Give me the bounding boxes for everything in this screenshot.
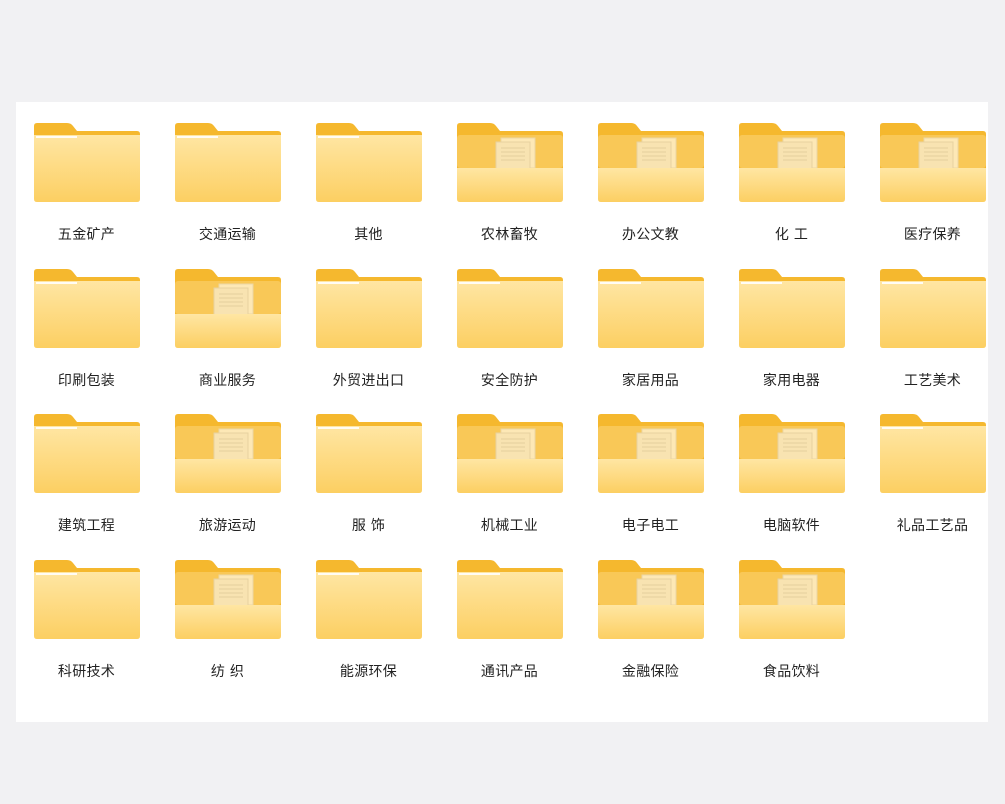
folder-item[interactable]: 外贸进出口 xyxy=(315,266,456,412)
folder-item[interactable]: 工艺美术 xyxy=(879,266,1005,412)
folder-item[interactable]: 金融保险 xyxy=(597,557,738,703)
folder-label: 旅游运动 xyxy=(198,518,257,534)
folder-item[interactable]: 电子电工 xyxy=(597,411,738,557)
folder-item[interactable]: 农林畜牧 xyxy=(456,120,597,266)
folder-item[interactable]: 科研技术 xyxy=(33,557,174,703)
folder-label: 电脑软件 xyxy=(762,518,821,534)
folder-item[interactable]: 印刷包装 xyxy=(33,266,174,412)
folder-label: 商业服务 xyxy=(198,372,257,389)
folder-label: 印刷包装 xyxy=(57,372,116,389)
folder-item[interactable]: 交通运输 xyxy=(174,120,315,266)
folder-item[interactable]: 家用电器 xyxy=(738,266,879,412)
folder-label: 外贸进出口 xyxy=(332,372,405,389)
folder-item[interactable]: 化 工 xyxy=(738,120,879,266)
folder-label: 礼品工艺品 xyxy=(896,518,969,534)
folder-item[interactable]: 电脑软件 xyxy=(738,411,879,557)
folder-item[interactable]: 机械工业 xyxy=(456,411,597,557)
folder-label: 化 工 xyxy=(774,227,809,243)
folder-label: 科研技术 xyxy=(57,663,116,680)
folder-item[interactable]: 旅游运动 xyxy=(174,411,315,557)
folder-item[interactable]: 商业服务 xyxy=(174,266,315,412)
folder-label: 电子电工 xyxy=(621,518,680,534)
file-explorer-panel: 五金矿产 交通运输 其他 农林畜牧 办公文教 化 工 医疗保养 印刷包装 商业服… xyxy=(16,102,988,722)
folder-item[interactable]: 五金矿产 xyxy=(33,120,174,266)
folder-item[interactable]: 安全防护 xyxy=(456,266,597,412)
folder-item[interactable]: 其他 xyxy=(315,120,456,266)
folder-label: 建筑工程 xyxy=(57,518,116,534)
folder-item[interactable]: 服 饰 xyxy=(315,411,456,557)
folder-label: 家居用品 xyxy=(621,372,680,389)
folder-label: 医疗保养 xyxy=(903,227,962,243)
folder-item[interactable]: 纺 织 xyxy=(174,557,315,703)
folder-label: 工艺美术 xyxy=(903,372,962,389)
folder-item[interactable]: 通讯产品 xyxy=(456,557,597,703)
folder-item[interactable]: 礼品工艺品 xyxy=(879,411,1005,557)
folder-item[interactable]: 家居用品 xyxy=(597,266,738,412)
folder-label: 服 饰 xyxy=(351,518,386,534)
folder-item[interactable]: 建筑工程 xyxy=(33,411,174,557)
folder-label: 家用电器 xyxy=(762,372,821,389)
folder-item[interactable]: 医疗保养 xyxy=(879,120,1005,266)
folder-label: 食品饮料 xyxy=(762,663,821,680)
folder-label: 农林畜牧 xyxy=(480,227,539,243)
folder-label: 纺 织 xyxy=(210,663,245,680)
folder-grid: 五金矿产 交通运输 其他 农林畜牧 办公文教 化 工 医疗保养 印刷包装 商业服… xyxy=(33,120,1005,702)
folder-label: 交通运输 xyxy=(198,227,257,243)
folder-label: 通讯产品 xyxy=(480,663,539,680)
folder-item[interactable]: 食品饮料 xyxy=(738,557,879,703)
folder-label: 办公文教 xyxy=(621,227,680,243)
folder-label: 五金矿产 xyxy=(57,227,116,243)
folder-item[interactable]: 办公文教 xyxy=(597,120,738,266)
folder-label: 安全防护 xyxy=(480,372,539,389)
folder-item[interactable]: 能源环保 xyxy=(315,557,456,703)
folder-label: 其他 xyxy=(354,227,383,243)
folder-label: 能源环保 xyxy=(339,663,398,680)
folder-label: 金融保险 xyxy=(621,663,680,680)
folder-label: 机械工业 xyxy=(480,518,539,534)
